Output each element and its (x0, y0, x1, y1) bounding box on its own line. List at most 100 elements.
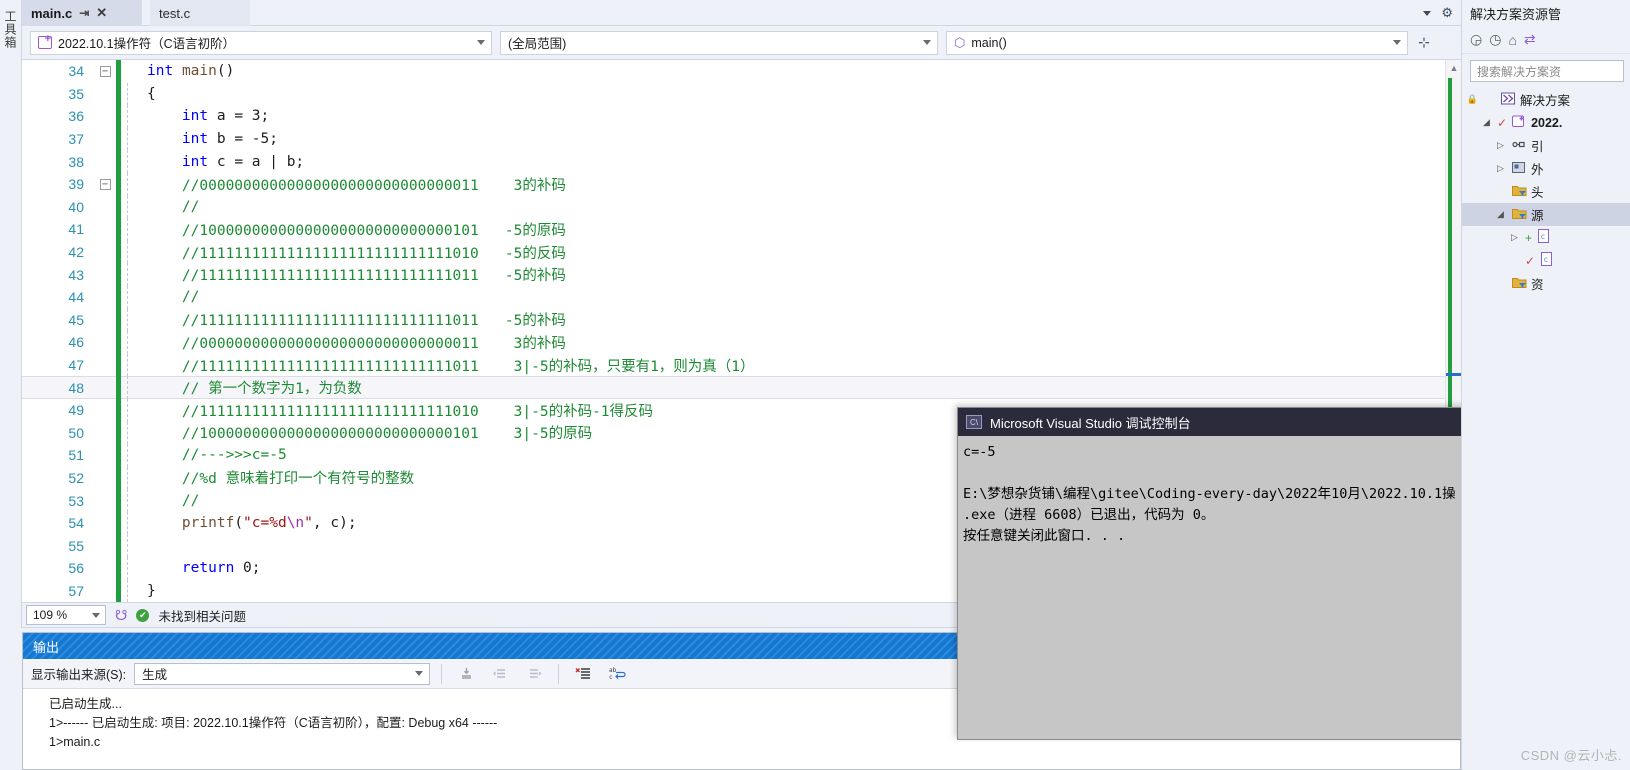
tree-item-label: 源 (1531, 209, 1544, 223)
indent-guide (127, 195, 141, 219)
tree-item[interactable]: 头 (1462, 180, 1630, 203)
change-bar (116, 82, 121, 106)
line-number: 36 (68, 108, 84, 125)
pin-icon[interactable]: ⇥ (79, 6, 89, 20)
expander-icon[interactable]: ◢ (1480, 117, 1493, 128)
back-icon[interactable]: ◶ (1470, 31, 1482, 48)
tab-main-c[interactable]: main.c ⇥ ✕ (22, 0, 142, 26)
code-line[interactable]: 46 //00000000000000000000000000000011 3的… (22, 331, 1461, 354)
home-icon[interactable]: ⌂ (1508, 32, 1516, 48)
project-icon (1511, 115, 1527, 131)
sync-icon[interactable]: ⇄ (1524, 31, 1536, 48)
previous-message-icon[interactable] (487, 662, 513, 686)
expander-icon[interactable]: ▷ (1508, 232, 1521, 243)
tree-item[interactable]: 资 (1462, 272, 1630, 295)
indent-guide (127, 489, 141, 512)
console-title-label: Microsoft Visual Studio 调试控制台 (990, 415, 1191, 431)
code-text: //00000000000000000000000000000011 3的补码 (181, 177, 566, 194)
code-line[interactable]: 47 //11111111111111111111111111111011 3|… (22, 353, 1461, 377)
code-line[interactable]: 39− //00000000000000000000000000000011 3… (22, 172, 1461, 196)
jump-to-icon[interactable] (453, 662, 479, 686)
line-number: 40 (68, 198, 84, 215)
code-line[interactable]: 48 // 第一个数字为1，为负数 (22, 376, 1461, 399)
forward-icon[interactable]: ◷ (1489, 31, 1501, 48)
tree-item[interactable]: ◢ 源 (1462, 203, 1630, 226)
chevron-down-icon[interactable] (1423, 10, 1432, 16)
code-text: { (147, 85, 156, 102)
expander-icon[interactable]: ▷ (1494, 140, 1507, 151)
tree-item[interactable]: ▷ 引 (1462, 134, 1630, 157)
code-line[interactable]: 34− int main() (22, 60, 1461, 83)
expander-icon[interactable]: ◢ (1494, 209, 1507, 220)
fold-toggle-icon[interactable]: − (94, 65, 116, 77)
indent-guide (127, 398, 141, 422)
tab-test-c[interactable]: test.c (150, 0, 250, 26)
indent-guide (127, 331, 141, 354)
zoom-level-dropdown[interactable]: 109 % (26, 605, 106, 625)
folder-filter-icon (1511, 184, 1527, 200)
code-text: //11111111111111111111111111111011 -5的补码 (181, 268, 566, 285)
expander-icon[interactable]: ▷ (1494, 163, 1507, 174)
line-number: 41 (68, 221, 84, 238)
indent-guide (127, 150, 141, 173)
code-line[interactable]: 43 //11111111111111111111111111111011 -5… (22, 263, 1461, 286)
indent-guide (127, 557, 141, 580)
code-line[interactable]: 37 int b = -5; (22, 127, 1461, 151)
clear-all-icon[interactable] (570, 662, 596, 686)
toggle-word-wrap-icon[interactable]: ab c (604, 662, 630, 686)
indent-guide (127, 285, 141, 309)
next-message-icon[interactable] (521, 662, 547, 686)
code-text: int main() (147, 63, 235, 80)
tree-item[interactable]: ✓ c (1462, 249, 1630, 272)
intellicode-icon[interactable]: ☋ (115, 607, 127, 624)
editor-tab-strip: main.c ⇥ ✕ test.c ⚙ (22, 0, 1461, 26)
split-window-icon[interactable]: ⊹ (1414, 32, 1434, 54)
code-line[interactable]: 38 int c = a | b; (22, 150, 1461, 173)
line-number: 50 (68, 424, 84, 441)
member-dropdown[interactable]: ⬡ main() (946, 30, 1408, 55)
csdn-watermark: CSDN @云小忐. (1520, 748, 1622, 763)
chevron-down-icon (923, 40, 931, 45)
code-text: //--->>>c=-5 (181, 447, 287, 464)
solution-explorer-search[interactable]: 搜索解决方案资 (1470, 60, 1624, 82)
change-bar (116, 534, 121, 558)
code-line[interactable]: 44 // (22, 285, 1461, 309)
line-number: 57 (68, 582, 84, 599)
code-line[interactable]: 42 //11111111111111111111111111111010 -5… (22, 240, 1461, 264)
code-line[interactable]: 35 { (22, 82, 1461, 106)
navigation-bar: 2022.10.1操作符（C语言初阶） (全局范围) ⬡ main() ⊹ (22, 26, 1461, 60)
line-number: 34 (68, 63, 84, 80)
code-text: //10000000000000000000000000000101 -5的原码 (181, 222, 566, 239)
tree-item[interactable]: 🔒 解决方案 (1462, 88, 1630, 111)
solution-explorer-panel: 解决方案资源管 ◶ ◷ ⌂ ⇄ 搜索解决方案资 🔒 解决方案 ◢ ✓ 2022. ▷ 引 ▷ 外… (1461, 0, 1630, 770)
change-bar (116, 489, 121, 512)
fold-toggle-icon[interactable]: − (94, 178, 116, 190)
code-line[interactable]: 36 int a = 3; (22, 105, 1461, 128)
toolbox-strip[interactable]: 工具箱 (0, 0, 22, 628)
folder-filter-icon (1511, 276, 1527, 292)
tree-item[interactable]: ▷ + c (1462, 226, 1630, 249)
code-text: //11111111111111111111111111111010 -5的反码 (181, 245, 566, 262)
scroll-up-icon[interactable]: ▲ (1449, 63, 1459, 73)
gear-icon[interactable]: ⚙ (1441, 5, 1453, 21)
line-number: 47 (68, 357, 84, 374)
tree-item[interactable]: ▷ 外 (1462, 157, 1630, 180)
code-line[interactable]: 41 //10000000000000000000000000000101 -5… (22, 218, 1461, 241)
output-source-dropdown[interactable]: 生成 (134, 662, 431, 685)
code-line[interactable]: 45 //11111111111111111111111111111011 -5… (22, 308, 1461, 332)
change-bar (116, 285, 121, 309)
line-number: 54 (68, 515, 84, 532)
code-line[interactable]: 40 // (22, 195, 1461, 219)
source-control-checked-icon: ✓ (1525, 253, 1536, 268)
tree-item[interactable]: ◢ ✓ 2022. (1462, 111, 1630, 134)
scope-dropdown[interactable]: (全局范围) (500, 30, 938, 55)
line-number: 51 (68, 447, 84, 464)
references-icon (1511, 138, 1527, 154)
project-dropdown[interactable]: 2022.10.1操作符（C语言初阶） (30, 30, 492, 55)
close-icon[interactable]: ✕ (96, 5, 107, 21)
line-number: 39 (68, 176, 84, 193)
change-bar (116, 398, 121, 422)
code-text: } (147, 582, 156, 599)
toolbar-separator (441, 663, 443, 684)
chevron-down-icon (415, 671, 424, 676)
